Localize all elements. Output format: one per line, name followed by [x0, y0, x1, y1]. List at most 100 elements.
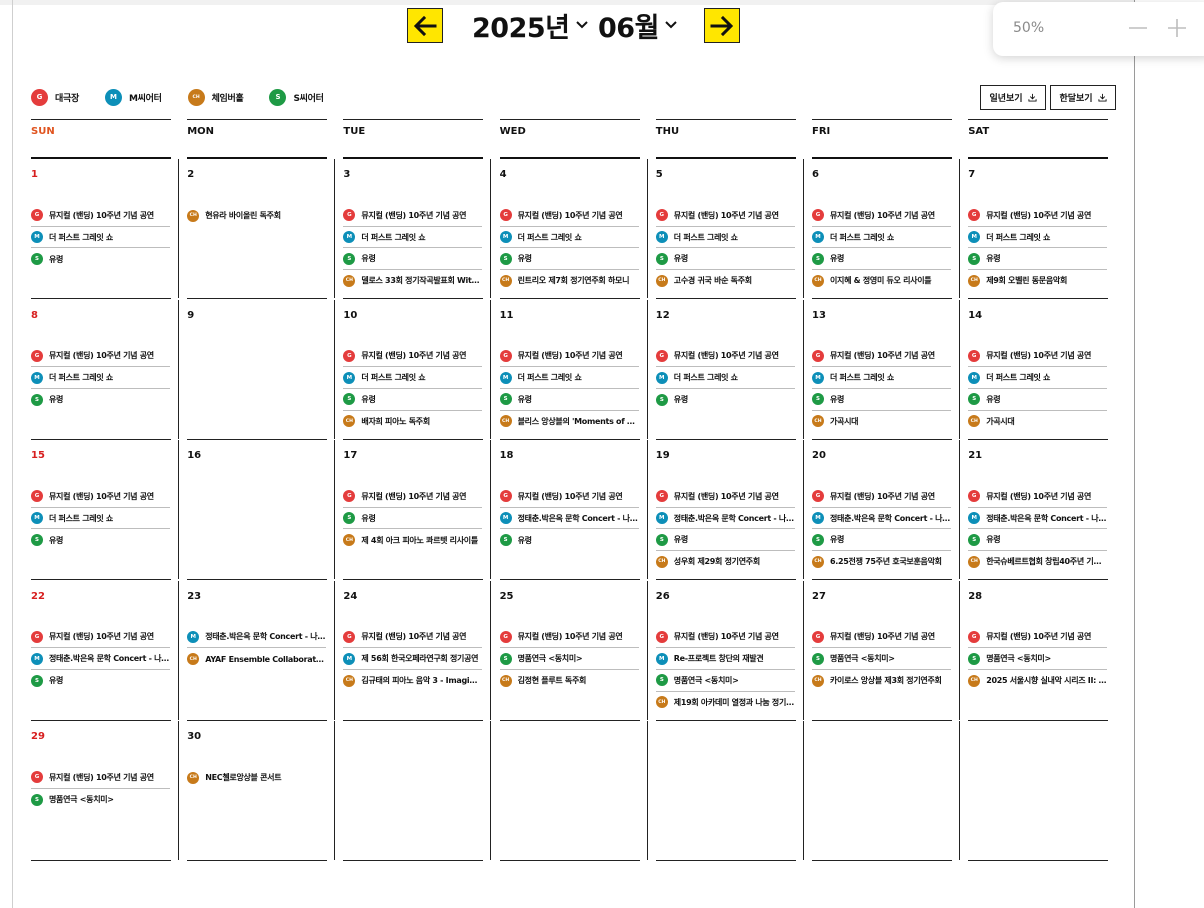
- event-item[interactable]: G 뮤지컬 (밴딩) 10주년 기념 공연: [499, 627, 639, 649]
- event-item[interactable]: M 정태춘.박은옥 문학 Concert - 나의 노래: [31, 648, 170, 670]
- event-item[interactable]: G 뮤지컬 (밴딩) 10주년 기념 공연: [499, 205, 639, 227]
- event-item[interactable]: G 뮤지컬 (밴딩) 10주년 기념 공연: [655, 486, 795, 508]
- event-item[interactable]: CH 성우회 제29회 정기연주회: [655, 551, 795, 573]
- day-cell[interactable]: 6 G 뮤지컬 (밴딩) 10주년 기념 공연 M 더 퍼스트 그레잇 쇼 S 유령 CH 이지…: [812, 159, 960, 299]
- event-item[interactable]: S 유령: [968, 389, 1108, 411]
- event-item[interactable]: CH 블리스 앙상블의 'Moments of Life': [499, 411, 639, 433]
- event-item[interactable]: M 더 퍼스트 그레잇 쇼: [31, 367, 170, 389]
- event-item[interactable]: G 뮤지컬 (밴딩) 10주년 기념 공연: [31, 346, 170, 368]
- day-cell[interactable]: 19 G 뮤지컬 (밴딩) 10주년 기념 공연 M 정태춘.박은옥 문학 Concer…: [655, 440, 804, 580]
- event-item[interactable]: CH 카이로스 앙상블 제3회 정기연주회: [812, 670, 951, 692]
- event-item[interactable]: S 유령: [31, 248, 170, 270]
- event-item[interactable]: S 유령: [343, 389, 483, 411]
- day-cell[interactable]: 1 G 뮤지컬 (밴딩) 10주년 기념 공연 M 더 퍼스트 그레잇 쇼 S 유령: [31, 159, 179, 299]
- event-item[interactable]: M 정태춘.박은옥 문학 Concert - 나의 노래: [499, 508, 639, 530]
- day-cell[interactable]: 16: [187, 440, 336, 580]
- month-dropdown[interactable]: 06월: [598, 6, 677, 44]
- event-item[interactable]: M 더 퍼스트 그레잇 쇼: [968, 367, 1108, 389]
- event-item[interactable]: S 유령: [343, 248, 483, 271]
- event-item[interactable]: G 뮤지컬 (밴딩) 10주년 기념 공연: [812, 346, 951, 368]
- event-item[interactable]: CH 이지혜 & 정영미 듀오 리사이틀: [812, 270, 951, 292]
- event-item[interactable]: G 뮤지컬 (밴딩) 10주년 기념 공연: [499, 346, 639, 368]
- event-item[interactable]: S 명품연극 <동치미>: [812, 648, 951, 670]
- day-cell[interactable]: 24 G 뮤지컬 (밴딩) 10주년 기념 공연 M 제 56회 한국오페라연구회 정기…: [343, 580, 492, 721]
- event-item[interactable]: S 명품연극 <동치미>: [499, 648, 639, 670]
- event-item[interactable]: CH NEC첼로앙상블 콘서트: [187, 767, 326, 789]
- event-item[interactable]: S 유령: [499, 248, 639, 271]
- event-item[interactable]: CH 제 4회 아크 피아노 콰르텟 리사이틀: [343, 529, 482, 551]
- day-cell[interactable]: 13 G 뮤지컬 (밴딩) 10주년 기념 공연 M 더 퍼스트 그레잇 쇼 S 유령 CH 가…: [812, 299, 960, 440]
- event-item[interactable]: CH 고수경 귀국 바순 독주회: [655, 270, 795, 292]
- event-item[interactable]: G 뮤지컬 (밴딩) 10주년 기념 공연: [31, 627, 170, 649]
- event-item[interactable]: G 뮤지컬 (밴딩) 10주년 기념 공연: [812, 627, 951, 649]
- event-item[interactable]: G 뮤지컬 (밴딩) 10주년 기념 공연: [968, 627, 1108, 649]
- event-item[interactable]: S 유령: [812, 389, 951, 411]
- event-item[interactable]: CH 한국슈베르트협회 창립40주년 기념 음악회: [968, 551, 1107, 573]
- event-item[interactable]: S 유령: [812, 248, 951, 271]
- day-cell[interactable]: 3 G 뮤지컬 (밴딩) 10주년 기념 공연 M 더 퍼스트 그레잇 쇼 S 유령 CH 델로…: [343, 159, 492, 299]
- day-cell[interactable]: 12 G 뮤지컬 (밴딩) 10주년 기념 공연 M 더 퍼스트 그레잇 쇼 S 유령: [655, 299, 804, 440]
- event-item[interactable]: M 더 퍼스트 그레잇 쇼: [31, 227, 170, 249]
- day-cell[interactable]: 7 G 뮤지컬 (밴딩) 10주년 기념 공연 M 더 퍼스트 그레잇 쇼 S 유령 CH 제9…: [968, 159, 1109, 299]
- event-item[interactable]: S 유령: [968, 529, 1108, 552]
- event-item[interactable]: G 뮤지컬 (밴딩) 10주년 기념 공연: [343, 627, 483, 649]
- event-item[interactable]: S 유령: [655, 389, 795, 411]
- event-item[interactable]: M Re-프로젝트 창단의 재발견: [655, 648, 795, 670]
- event-item[interactable]: G 뮤지컬 (밴딩) 10주년 기념 공연: [968, 346, 1108, 368]
- day-cell[interactable]: 17 G 뮤지컬 (밴딩) 10주년 기념 공연 S 유령 CH 제 4회 아크 피아노 콰…: [343, 440, 492, 580]
- event-item[interactable]: G 뮤지컬 (밴딩) 10주년 기념 공연: [31, 205, 170, 227]
- day-cell[interactable]: 5 G 뮤지컬 (밴딩) 10주년 기념 공연 M 더 퍼스트 그레잇 쇼 S 유령 CH 고수…: [655, 159, 804, 299]
- event-item[interactable]: S 유령: [812, 529, 951, 552]
- day-cell[interactable]: [968, 721, 1109, 861]
- event-item[interactable]: S 유령: [499, 529, 639, 551]
- event-item[interactable]: S 유령: [968, 248, 1108, 271]
- zoom-out-button[interactable]: [1126, 16, 1150, 40]
- event-item[interactable]: M 더 퍼스트 그레잇 쇼: [655, 227, 795, 249]
- event-item[interactable]: G 뮤지컬 (밴딩) 10주년 기념 공연: [499, 486, 639, 508]
- event-item[interactable]: M 정태춘.박은옥 문학 Concert - 나의 노래: [812, 508, 951, 530]
- day-cell[interactable]: 18 G 뮤지컬 (밴딩) 10주년 기념 공연 M 정태춘.박은옥 문학 Concer…: [499, 440, 648, 580]
- event-item[interactable]: S 유령: [655, 248, 795, 271]
- event-item[interactable]: S 유령: [31, 389, 170, 411]
- event-item[interactable]: M 더 퍼스트 그레잇 쇼: [499, 227, 639, 249]
- event-item[interactable]: M 더 퍼스트 그레잇 쇼: [31, 508, 170, 530]
- event-item[interactable]: M 정태춘.박은옥 문학 Concert - 나의 노래: [187, 627, 327, 649]
- event-item[interactable]: CH 린트리오 제7회 정기연주회 하모니: [499, 270, 639, 292]
- day-cell[interactable]: 22 G 뮤지컬 (밴딩) 10주년 기념 공연 M 정태춘.박은옥 문학 Concer…: [31, 580, 179, 721]
- event-item[interactable]: CH 김정현 플루트 독주회: [499, 670, 639, 692]
- event-item[interactable]: CH 제9회 오벨린 동문음악회: [968, 270, 1107, 292]
- event-item[interactable]: G 뮤지컬 (밴딩) 10주년 기념 공연: [655, 627, 795, 649]
- day-cell[interactable]: 9: [187, 299, 336, 440]
- event-item[interactable]: CH 가곡시대: [812, 411, 951, 433]
- day-cell[interactable]: 4 G 뮤지컬 (밴딩) 10주년 기념 공연 M 더 퍼스트 그레잇 쇼 S 유령 CH 린트…: [499, 159, 648, 299]
- day-cell[interactable]: 23 M 정태춘.박은옥 문학 Concert - 나의 노래 CH AYAF Ense…: [187, 580, 336, 721]
- event-item[interactable]: CH 2025 서울시향 실내악 시리즈 II: 브람스: [968, 670, 1107, 692]
- event-item[interactable]: CH AYAF Ensemble Collaboration Concert: [187, 648, 326, 670]
- event-item[interactable]: M 더 퍼스트 그레잇 쇼: [812, 227, 951, 249]
- month-view-button[interactable]: 한달보기: [1050, 85, 1116, 110]
- day-cell[interactable]: [343, 721, 492, 861]
- event-item[interactable]: CH 델로스 33회 정기작곡발표회 With Piano: [343, 270, 482, 292]
- day-cell[interactable]: [655, 721, 804, 861]
- event-item[interactable]: S 명품연극 <동치미>: [31, 789, 170, 811]
- day-cell[interactable]: 28 G 뮤지컬 (밴딩) 10주년 기념 공연 S 명품연극 <동치미> CH 2025 …: [968, 581, 1109, 721]
- event-item[interactable]: CH 제19회 아카데미 열정과 나눔 정기연주회: [655, 692, 795, 714]
- event-item[interactable]: G 뮤지컬 (밴딩) 10주년 기념 공연: [31, 767, 170, 789]
- event-item[interactable]: M 제 56회 한국오페라연구회 정기공연: [343, 648, 483, 670]
- event-item[interactable]: S 유령: [343, 508, 483, 530]
- day-cell[interactable]: 27 G 뮤지컬 (밴딩) 10주년 기념 공연 S 명품연극 <동치미> CH 카이로스 …: [812, 580, 960, 721]
- zoom-in-button[interactable]: [1165, 16, 1189, 40]
- event-item[interactable]: CH 6.25전쟁 75주년 호국보훈음악회: [812, 551, 951, 573]
- day-cell[interactable]: 30 CH NEC첼로앙상블 콘서트: [187, 721, 336, 861]
- prev-month-button[interactable]: [407, 8, 443, 43]
- day-cell[interactable]: 10 G 뮤지컬 (밴딩) 10주년 기념 공연 M 더 퍼스트 그레잇 쇼 S 유령 CH 배…: [343, 299, 492, 440]
- day-cell[interactable]: 21 G 뮤지컬 (밴딩) 10주년 기념 공연 M 정태춘.박은옥 문학 Concer…: [968, 440, 1109, 580]
- event-item[interactable]: G 뮤지컬 (밴딩) 10주년 기념 공연: [812, 486, 951, 508]
- year-dropdown[interactable]: 2025년: [472, 6, 588, 44]
- event-item[interactable]: G 뮤지컬 (밴딩) 10주년 기념 공연: [812, 205, 951, 227]
- day-cell[interactable]: 29 G 뮤지컬 (밴딩) 10주년 기념 공연 S 명품연극 <동치미>: [31, 721, 179, 861]
- event-item[interactable]: CH 김규태의 피아노 음악 3 - Imagination: [343, 670, 482, 692]
- day-cell[interactable]: 20 G 뮤지컬 (밴딩) 10주년 기념 공연 M 정태춘.박은옥 문학 Concer…: [812, 440, 960, 580]
- day-cell[interactable]: 8 G 뮤지컬 (밴딩) 10주년 기념 공연 M 더 퍼스트 그레잇 쇼 S 유령: [31, 299, 179, 440]
- event-item[interactable]: G 뮤지컬 (밴딩) 10주년 기념 공연: [655, 346, 795, 368]
